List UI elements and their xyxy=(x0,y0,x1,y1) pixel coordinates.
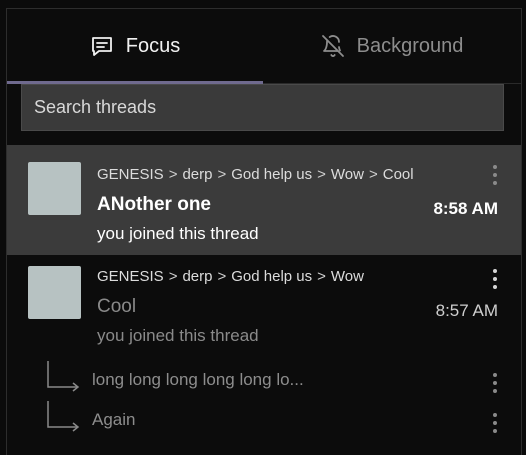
chevron-right-icon: > xyxy=(317,166,326,183)
tab-focus-label: Focus xyxy=(125,34,181,57)
thread-status: you joined this thread xyxy=(97,224,259,243)
chevron-right-icon: > xyxy=(168,268,178,285)
thread-title: ANother one xyxy=(97,194,211,215)
chevron-right-icon: > xyxy=(317,268,326,285)
breadcrumb-item: Wow xyxy=(330,166,364,183)
thread-timestamp: 8:57 AM xyxy=(435,301,498,320)
more-options-icon[interactable] xyxy=(489,413,501,433)
subthread-row[interactable]: long long long long long lo... xyxy=(7,361,521,401)
chevron-right-icon: > xyxy=(368,166,378,183)
chevron-right-icon: > xyxy=(168,166,178,183)
subthread-connector-icon xyxy=(47,361,80,392)
tab-focus[interactable]: Focus xyxy=(7,9,263,83)
more-options-icon[interactable] xyxy=(489,373,501,393)
chat-threads-panel: Focus Background GENESIS>derp>God help u… xyxy=(6,8,522,455)
thread-row[interactable]: GENESIS > derp > God help us > Wow > Cool ANothe… xyxy=(7,145,521,255)
chevron-right-icon: > xyxy=(217,166,227,183)
bell-off-icon xyxy=(321,34,345,58)
thread-status: you joined this thread xyxy=(97,326,259,345)
breadcrumb-item: derp xyxy=(182,166,213,183)
breadcrumb-item: God help us xyxy=(231,268,313,285)
subthread-title: Again xyxy=(92,410,136,429)
search-threads-input[interactable] xyxy=(21,84,504,131)
breadcrumb-item: God help us xyxy=(231,166,313,183)
more-options-icon[interactable] xyxy=(489,269,501,289)
message-square-icon xyxy=(90,34,114,58)
thread-avatar xyxy=(28,266,81,319)
breadcrumb-item: Cool xyxy=(382,166,414,183)
subthread-connector-icon xyxy=(47,401,80,432)
breadcrumb-item: derp xyxy=(182,268,213,285)
more-options-icon[interactable] xyxy=(489,165,501,185)
thread-timestamp: 8:58 AM xyxy=(433,199,498,218)
chevron-right-icon: > xyxy=(217,268,227,285)
tab-background-label: Background xyxy=(356,34,464,57)
breadcrumb-item: GENESIS xyxy=(97,166,164,183)
thread-breadcrumb: GENESIS > derp > God help us > Wow xyxy=(97,268,364,285)
subthread-row[interactable]: Again xyxy=(7,401,521,441)
tab-bar: Focus Background xyxy=(7,9,521,84)
subthread-title: long long long long long lo... xyxy=(92,370,304,389)
thread-row[interactable]: GENESIS > derp > God help us > Wow Cool 8:57 A… xyxy=(7,255,521,350)
breadcrumb-item: GENESIS xyxy=(97,268,164,285)
thread-avatar xyxy=(28,162,81,215)
thread-breadcrumb: GENESIS > derp > God help us > Wow > Cool xyxy=(97,166,414,183)
thread-title: Cool xyxy=(97,296,137,317)
breadcrumb-item: Wow xyxy=(330,268,364,285)
tab-background[interactable]: Background xyxy=(263,9,521,83)
